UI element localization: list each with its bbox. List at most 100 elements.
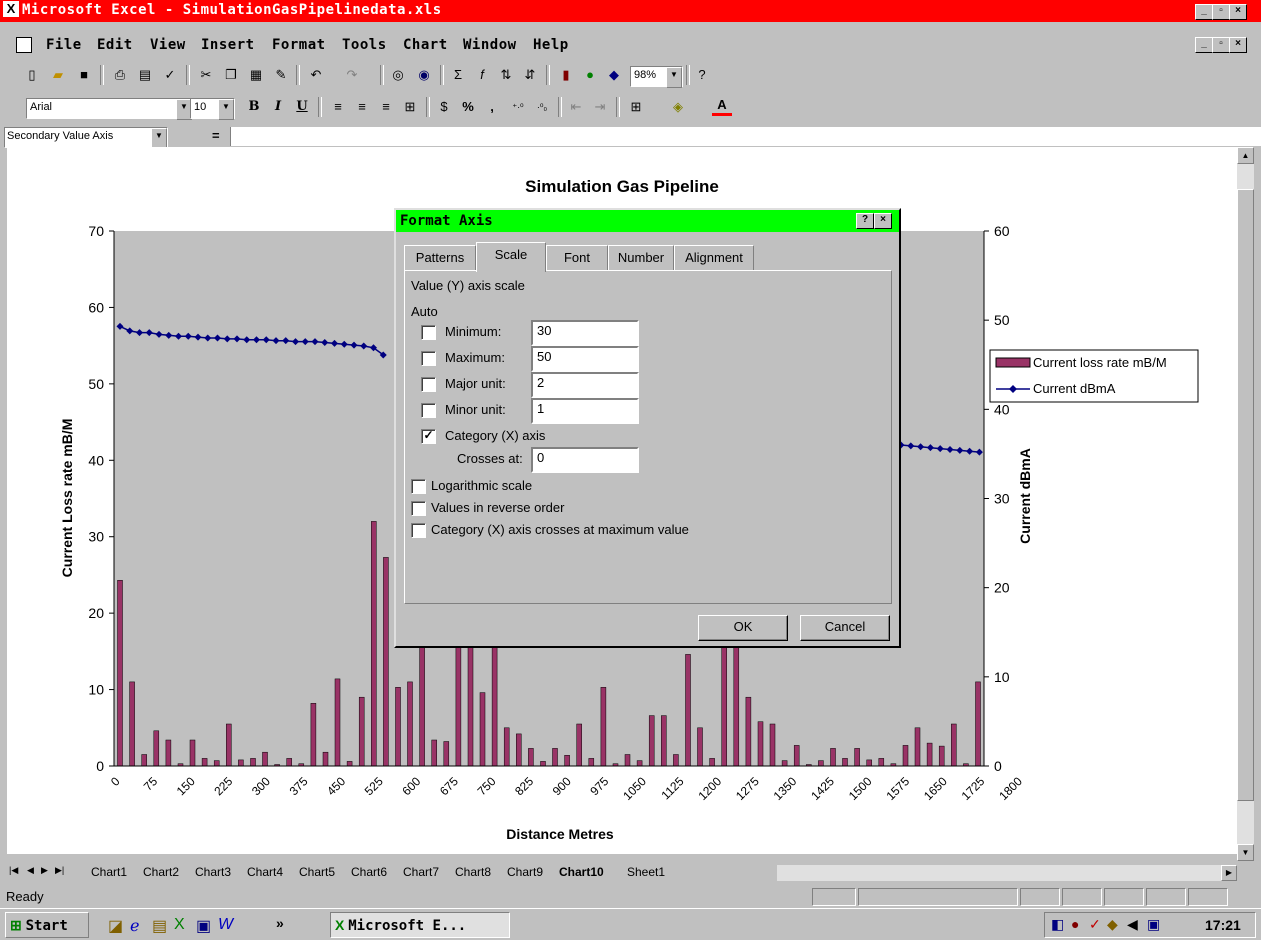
bar[interactable] [938,745,945,767]
bar[interactable] [165,739,172,767]
scroll-thumb[interactable] [1237,189,1254,801]
bar[interactable] [951,723,957,767]
maximum-field[interactable]: 50 [531,346,639,372]
dialog-title-bar[interactable]: Format Axis ? × [396,210,899,232]
bar[interactable] [793,745,800,767]
bar[interactable] [467,647,474,767]
bar[interactable] [479,692,486,767]
sheet-tab-sheet1[interactable]: Sheet1 [627,865,665,879]
bar[interactable] [588,758,595,767]
bar[interactable] [902,745,909,767]
logarithmic-checkbox[interactable] [411,479,426,494]
bar[interactable] [757,721,764,767]
sheet-tab-chart2[interactable]: Chart2 [143,865,179,879]
bar[interactable] [407,681,413,767]
scroll-up-icon[interactable]: ▲ [1237,147,1254,164]
bar[interactable] [540,761,546,767]
tray-pen-icon[interactable]: ✓ [1089,916,1101,933]
tray-volume-icon[interactable]: ◀ [1127,916,1138,933]
quicklaunch-desktop-icon[interactable]: ▣ [196,916,211,936]
bar[interactable] [516,733,522,767]
bar[interactable] [226,723,232,767]
minimum-field[interactable]: 30 [531,320,639,346]
major-unit-field[interactable]: 2 [531,372,639,398]
bar[interactable] [685,654,691,767]
bar[interactable] [781,760,788,767]
bar[interactable] [528,748,534,767]
bar[interactable] [310,703,317,767]
bar[interactable] [648,715,655,767]
minimum-auto-checkbox[interactable] [421,325,436,340]
bar[interactable] [129,681,135,767]
minor-unit-field[interactable]: 1 [531,398,639,424]
sheet-tab-chart10[interactable]: Chart10 [559,865,604,879]
bar[interactable] [141,754,147,767]
category-axis-checkbox[interactable]: ✓ [421,429,436,444]
bar[interactable] [431,739,437,767]
minor-unit-auto-checkbox[interactable] [421,403,436,418]
tab-scale[interactable]: Scale [476,242,546,272]
ok-button[interactable]: OK [698,615,788,641]
maximum-auto-checkbox[interactable] [421,351,436,366]
bar[interactable] [769,723,776,767]
quicklaunch-excel-icon[interactable]: X [174,916,185,934]
first-sheet-icon[interactable]: |◀ [9,865,18,876]
crosses-max-checkbox[interactable] [411,523,426,538]
bar[interactable] [358,696,365,767]
next-sheet-icon[interactable]: ▶ [41,865,48,876]
reverse-order-checkbox[interactable] [411,501,426,516]
sheet-tab-chart7[interactable]: Chart7 [403,865,439,879]
bar[interactable] [926,742,933,767]
tab-alignment[interactable]: Alignment [674,245,754,271]
sheet-tab-chart1[interactable]: Chart1 [91,865,127,879]
bar[interactable] [661,715,667,767]
sheet-tab-chart6[interactable]: Chart6 [351,865,387,879]
bar[interactable] [866,759,872,767]
tab-number[interactable]: Number [608,245,674,271]
prev-sheet-icon[interactable]: ◀ [27,865,34,876]
bar[interactable] [854,748,860,767]
bar[interactable] [346,761,353,767]
vertical-scrollbar[interactable]: ▲ ▼ [1237,147,1254,861]
bar[interactable] [383,557,389,767]
sheet-tab-chart4[interactable]: Chart4 [247,865,283,879]
quicklaunch-more-icon[interactable]: » [276,915,284,931]
x-axis-title[interactable]: Distance Metres [506,826,614,842]
last-sheet-icon[interactable]: ▶| [55,865,64,876]
bar[interactable] [443,741,450,767]
bar[interactable] [117,580,123,767]
bar[interactable] [238,759,244,767]
crosses-at-field[interactable]: 0 [531,447,639,473]
sheet-tab-chart5[interactable]: Chart5 [299,865,335,879]
scroll-down-icon[interactable]: ▼ [1237,844,1254,861]
bar[interactable] [576,723,582,767]
bar[interactable] [564,755,570,767]
start-button[interactable]: ⊞ Start [5,912,89,938]
tray-monitor-icon[interactable]: ▣ [1147,916,1160,933]
bar[interactable] [697,727,703,767]
tab-font[interactable]: Font [546,245,608,271]
tray-network-icon[interactable]: ◧ [1051,916,1064,933]
taskbar-task-excel[interactable]: X Microsoft E... [330,912,510,938]
sheet-tab-chart3[interactable]: Chart3 [195,865,231,879]
bar[interactable] [552,748,558,767]
bar[interactable] [733,647,740,767]
horizontal-scrollbar[interactable]: ▶ [777,865,1237,881]
bar[interactable] [878,758,885,767]
quicklaunch-outlook-icon[interactable]: ◪ [108,916,123,936]
bar[interactable] [250,758,256,767]
bar[interactable] [189,739,196,767]
dialog-help-button[interactable]: ? [856,213,874,229]
bar[interactable] [286,758,292,767]
dialog-close-button[interactable]: × [874,213,892,229]
bar[interactable] [636,760,643,767]
bar[interactable] [709,758,715,767]
sheet-tab-chart9[interactable]: Chart9 [507,865,543,879]
bar[interactable] [721,647,727,767]
tab-patterns[interactable]: Patterns [404,245,476,271]
quicklaunch-ie-icon[interactable]: ℯ [130,916,139,936]
bar[interactable] [830,748,836,767]
bar[interactable] [262,751,268,767]
quicklaunch-folder-icon[interactable]: ▤ [152,916,167,936]
bar[interactable] [673,754,679,767]
